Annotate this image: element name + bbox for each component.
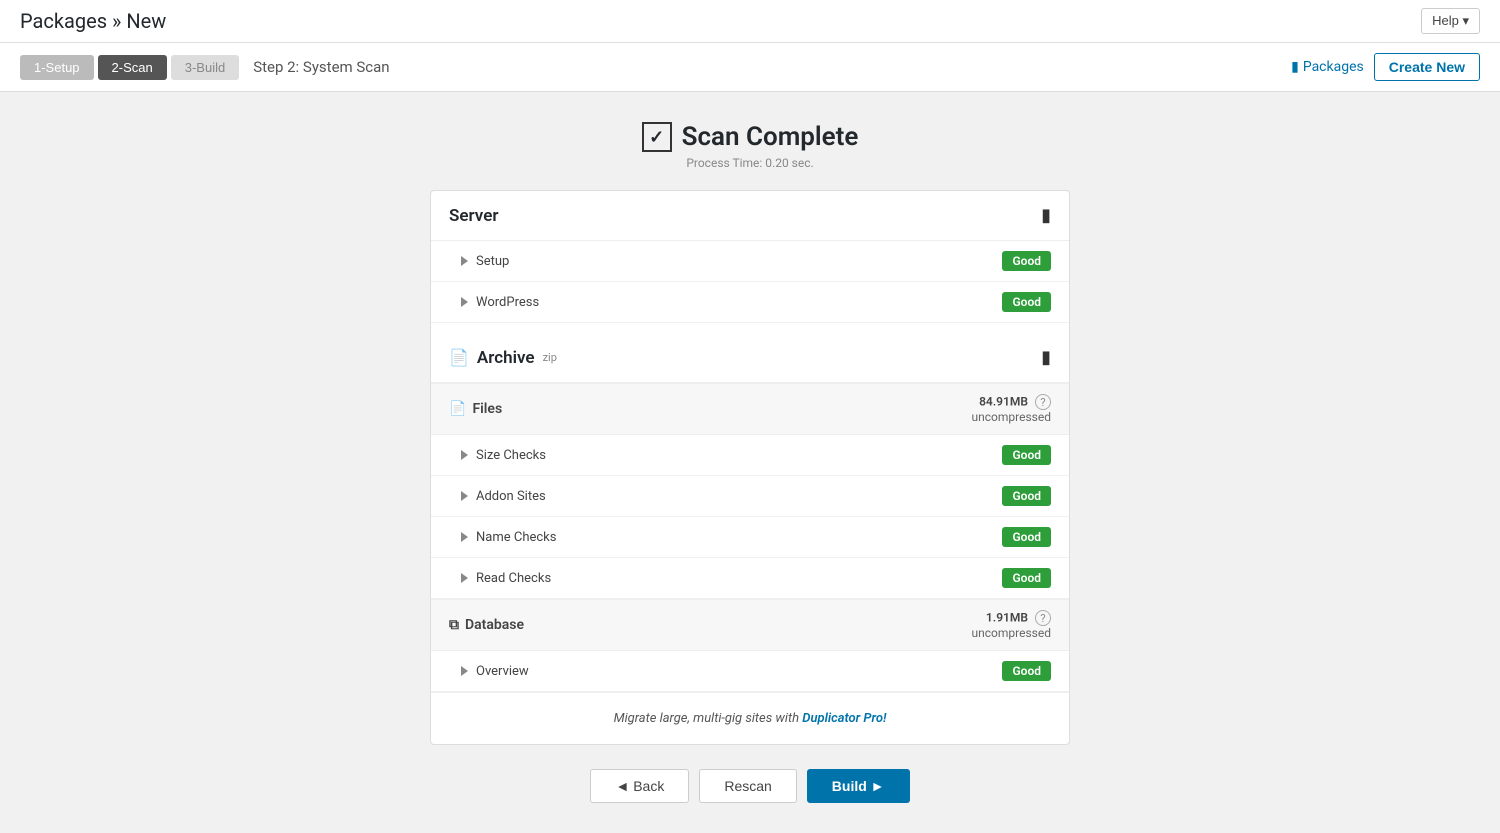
size-checks-text[interactable]: Size Checks — [476, 448, 546, 463]
archive-section-title: 📄 Archive zip — [449, 348, 557, 368]
help-button[interactable]: Help ▾ — [1421, 8, 1480, 34]
back-button[interactable]: ◄ Back — [590, 769, 689, 803]
read-checks-row: Read Checks Good — [431, 558, 1069, 599]
server-setup-label: Setup — [461, 254, 509, 269]
overview-text[interactable]: Overview — [476, 664, 529, 679]
database-label-text: Database — [465, 617, 524, 633]
files-label-text: Files — [472, 401, 502, 417]
files-subsection-title: 📄 Files — [449, 401, 502, 417]
read-checks-label: Read Checks — [461, 571, 551, 586]
main-content: ✓ Scan Complete Process Time: 0.20 sec. … — [0, 92, 1500, 833]
migrate-static-text: Migrate large, multi-gig sites with — [614, 711, 803, 726]
server-setup-row: Setup Good — [431, 241, 1069, 282]
wordpress-label-text[interactable]: WordPress — [476, 295, 539, 310]
read-checks-text[interactable]: Read Checks — [476, 571, 551, 586]
build-button[interactable]: Build ► — [807, 769, 910, 803]
create-new-button[interactable]: Create New — [1374, 53, 1480, 81]
scan-title: ✓ Scan Complete — [20, 122, 1480, 152]
name-checks-badge: Good — [1002, 527, 1051, 547]
scan-title-text: Scan Complete — [682, 122, 859, 152]
database-subsection-header: ⧉ Database 1.91MB ? uncompressed — [431, 599, 1069, 651]
triangle-icon — [461, 666, 468, 676]
wordpress-status-badge: Good — [1002, 292, 1051, 312]
triangle-icon — [461, 532, 468, 542]
duplicator-pro-link[interactable]: Duplicator Pro! — [802, 711, 886, 726]
files-subsection-header: 📄 Files 84.91MB ? uncompressed — [431, 383, 1069, 435]
setup-status-badge: Good — [1002, 251, 1051, 271]
overview-label: Overview — [461, 664, 529, 679]
action-bar: ◄ Back Rescan Build ► — [20, 769, 1480, 803]
archive-zip-label: zip — [543, 351, 557, 364]
files-help-icon[interactable]: ? — [1035, 394, 1051, 410]
packages-link[interactable]: ▮ Packages — [1291, 59, 1364, 75]
scan-panel: Server ▮ Setup Good WordPress Good 📄 Arc… — [430, 190, 1070, 745]
triangle-icon — [461, 256, 468, 266]
step-description: Step 2: System Scan — [253, 58, 389, 76]
addon-sites-row: Addon Sites Good — [431, 476, 1069, 517]
addon-sites-label: Addon Sites — [461, 489, 546, 504]
migrate-text: Migrate large, multi-gig sites with Dupl… — [431, 692, 1069, 744]
database-help-icon[interactable]: ? — [1035, 610, 1051, 626]
toolbar-right: ▮ Packages Create New — [1291, 53, 1480, 81]
read-checks-badge: Good — [1002, 568, 1051, 588]
process-time: Process Time: 0.20 sec. — [20, 156, 1480, 170]
archive-file-icon: 📄 — [449, 348, 469, 367]
server-wordpress-row: WordPress Good — [431, 282, 1069, 323]
size-checks-label: Size Checks — [461, 448, 546, 463]
size-checks-row: Size Checks Good — [431, 435, 1069, 476]
server-wordpress-label: WordPress — [461, 295, 539, 310]
checkmark-icon: ✓ — [642, 122, 672, 152]
database-subsection-title: ⧉ Database — [449, 617, 524, 633]
overview-badge: Good — [1002, 661, 1051, 681]
size-checks-badge: Good — [1002, 445, 1051, 465]
step1-button: 1-Setup — [20, 55, 94, 80]
addon-sites-badge: Good — [1002, 486, 1051, 506]
server-section-title: Server — [449, 206, 498, 226]
packages-icon: ▮ — [1291, 59, 1299, 75]
triangle-icon — [461, 450, 468, 460]
database-meta: 1.91MB ? uncompressed — [972, 610, 1051, 640]
archive-title-text: Archive — [477, 348, 535, 368]
top-bar: Packages » New Help ▾ — [0, 0, 1500, 43]
page-title: Packages » New — [20, 9, 166, 33]
triangle-icon — [461, 297, 468, 307]
name-checks-row: Name Checks Good — [431, 517, 1069, 558]
packages-link-label: Packages — [1303, 59, 1364, 75]
setup-label-text[interactable]: Setup — [476, 254, 509, 269]
addon-sites-text[interactable]: Addon Sites — [476, 489, 546, 504]
rescan-button[interactable]: Rescan — [699, 769, 796, 803]
name-checks-text[interactable]: Name Checks — [476, 530, 556, 545]
toolbar: 1-Setup 2-Scan 3-Build Step 2: System Sc… — [0, 43, 1500, 92]
step3-button: 3-Build — [171, 55, 239, 80]
overview-row: Overview Good — [431, 651, 1069, 692]
database-icon: ⧉ — [449, 617, 459, 633]
step2-button: 2-Scan — [98, 55, 167, 80]
archive-section-header: 📄 Archive zip ▮ — [431, 333, 1069, 383]
database-size-note: uncompressed — [972, 626, 1051, 640]
files-size: 84.91MB — [979, 395, 1028, 409]
files-meta: 84.91MB ? uncompressed — [972, 394, 1051, 424]
triangle-icon — [461, 491, 468, 501]
triangle-icon — [461, 573, 468, 583]
archive-disk-icon: ▮ — [1041, 347, 1051, 368]
files-icon: 📄 — [449, 401, 466, 417]
scan-header: ✓ Scan Complete Process Time: 0.20 sec. — [20, 122, 1480, 170]
name-checks-label: Name Checks — [461, 530, 556, 545]
server-section-header: Server ▮ — [431, 191, 1069, 241]
server-title-text: Server — [449, 206, 498, 226]
files-size-note: uncompressed — [972, 410, 1051, 424]
database-size: 1.91MB — [986, 611, 1028, 625]
server-icon: ▮ — [1041, 205, 1051, 226]
